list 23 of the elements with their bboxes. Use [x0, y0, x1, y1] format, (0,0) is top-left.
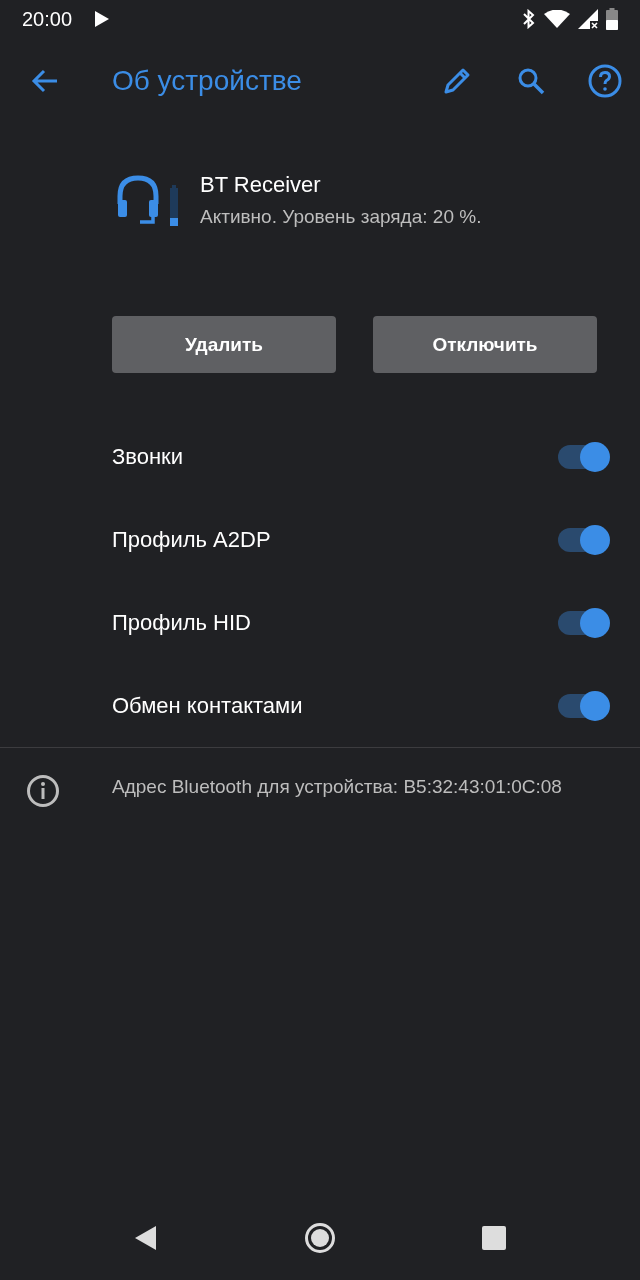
bluetooth-address: Адрес Bluetooth для устройства: B5:32:43:01:0C:08: [112, 775, 563, 799]
toggle-label: Профиль A2DP: [112, 526, 272, 553]
help-button[interactable]: [588, 64, 622, 98]
disconnect-button[interactable]: Отключить: [373, 316, 597, 373]
status-time: 20:00: [22, 7, 73, 31]
home-nav-button[interactable]: [303, 1221, 337, 1255]
battery-icon: [606, 8, 618, 30]
toggle-label: Обмен контактами: [112, 692, 304, 719]
play-icon: [94, 10, 111, 28]
toggle-switch[interactable]: [558, 690, 610, 721]
info-icon: [26, 774, 60, 808]
signal-icon: [578, 9, 598, 29]
device-status: Активно. Уровень заряда: 20 %.: [200, 206, 482, 228]
toggle-switch[interactable]: [558, 441, 610, 472]
wifi-icon: [544, 10, 570, 28]
screen-title: Об устройстве: [112, 65, 303, 97]
delete-button[interactable]: Удалить: [112, 316, 336, 373]
toggle-switch[interactable]: [558, 524, 610, 555]
device-name: BT Receiver: [200, 172, 322, 198]
toggle-label: Звонки: [112, 443, 185, 470]
bluetooth-icon: [522, 9, 536, 29]
toggle-switch[interactable]: [558, 607, 610, 638]
toggle-label: Профиль HID: [112, 609, 252, 636]
